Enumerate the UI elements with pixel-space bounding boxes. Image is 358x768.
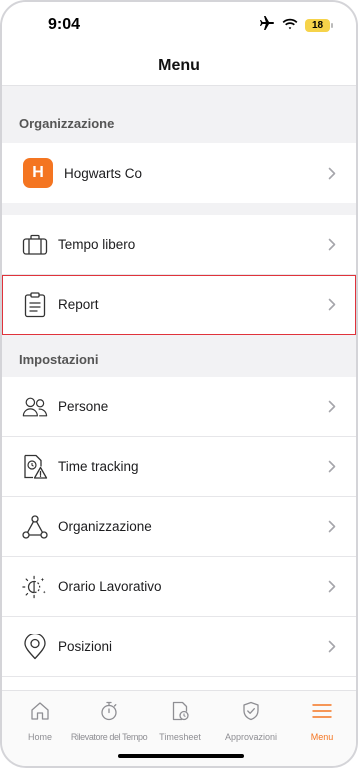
settings-item-label: Persone <box>58 399 109 414</box>
tab-label: Approvazioni <box>224 732 278 742</box>
chevron-right-icon <box>328 580 336 593</box>
settings-item-locations[interactable]: Posizioni <box>2 617 356 677</box>
organization-name: Hogwarts Co <box>64 165 143 181</box>
home-indicator <box>118 754 244 758</box>
settings-item-people[interactable]: Persone <box>2 377 356 437</box>
page-title: Menu <box>158 56 200 74</box>
battery-icon: 18 <box>305 19 333 32</box>
menu-item-label: Tempo libero <box>58 237 136 252</box>
timesheet-icon <box>170 701 190 726</box>
menu-item-report[interactable]: Report <box>2 275 356 335</box>
chevron-right-icon <box>328 238 336 251</box>
settings-item-organization[interactable]: Organizzazione <box>2 497 356 557</box>
app-frame: 9:04 18 Menu Organizzazione H Hogwarts C… <box>0 0 358 768</box>
chevron-right-icon <box>328 640 336 653</box>
network-icon <box>22 514 48 540</box>
organization-row[interactable]: H Hogwarts Co <box>2 143 356 203</box>
chevron-right-icon <box>328 520 336 533</box>
section-header-settings: Impostazioni <box>19 351 99 367</box>
tab-menu[interactable]: Menu <box>286 701 356 742</box>
airplane-icon <box>259 16 275 35</box>
tab-label: Menu <box>310 732 334 742</box>
tab-label: Rilevatore del Tempo <box>70 732 148 742</box>
tab-label: Home <box>27 732 52 742</box>
chevron-right-icon <box>328 460 336 473</box>
sun-moon-icon <box>22 574 48 600</box>
hamburger-menu-icon <box>311 701 333 726</box>
navigation-bar: Menu <box>2 46 356 86</box>
status-bar: 9:04 18 <box>2 2 356 46</box>
settings-item-label: Organizzazione <box>58 519 152 534</box>
settings-item-label: Posizioni <box>58 639 113 654</box>
settings-item-label: Time tracking <box>58 459 139 474</box>
suitcase-icon <box>22 232 48 258</box>
chevron-right-icon <box>328 400 336 413</box>
timesheet-warning-icon <box>22 454 48 480</box>
organization-badge: H <box>23 158 53 188</box>
location-pin-icon <box>22 633 48 660</box>
chevron-right-icon <box>328 298 336 311</box>
menu-item-label: Report <box>58 297 99 312</box>
house-icon <box>30 701 50 726</box>
settings-item-label: Orario Lavorativo <box>58 579 162 594</box>
shield-check-icon <box>241 701 261 726</box>
section-header-organization: Organizzazione <box>19 115 115 131</box>
menu-item-time-off[interactable]: Tempo libero <box>2 215 356 275</box>
tab-timesheet[interactable]: Timesheet <box>144 701 216 742</box>
list-item-partial <box>2 677 356 691</box>
wifi-icon <box>282 17 298 35</box>
settings-item-work-schedule[interactable]: Orario Lavorativo <box>2 557 356 617</box>
status-icons: 18 <box>259 16 333 35</box>
status-time: 9:04 <box>48 16 81 33</box>
stopwatch-icon <box>99 701 119 726</box>
tab-approvals[interactable]: Approvazioni <box>215 701 287 742</box>
clipboard-icon <box>22 291 48 318</box>
tab-label: Timesheet <box>159 732 201 742</box>
tab-home[interactable]: Home <box>4 701 76 742</box>
tab-time-clock[interactable]: Rilevatore del Tempo <box>70 701 148 742</box>
chevron-right-icon <box>328 167 336 180</box>
organization-badge-letter: H <box>23 158 53 188</box>
people-icon <box>22 394 48 420</box>
settings-item-time-tracking[interactable]: Time tracking <box>2 437 356 497</box>
